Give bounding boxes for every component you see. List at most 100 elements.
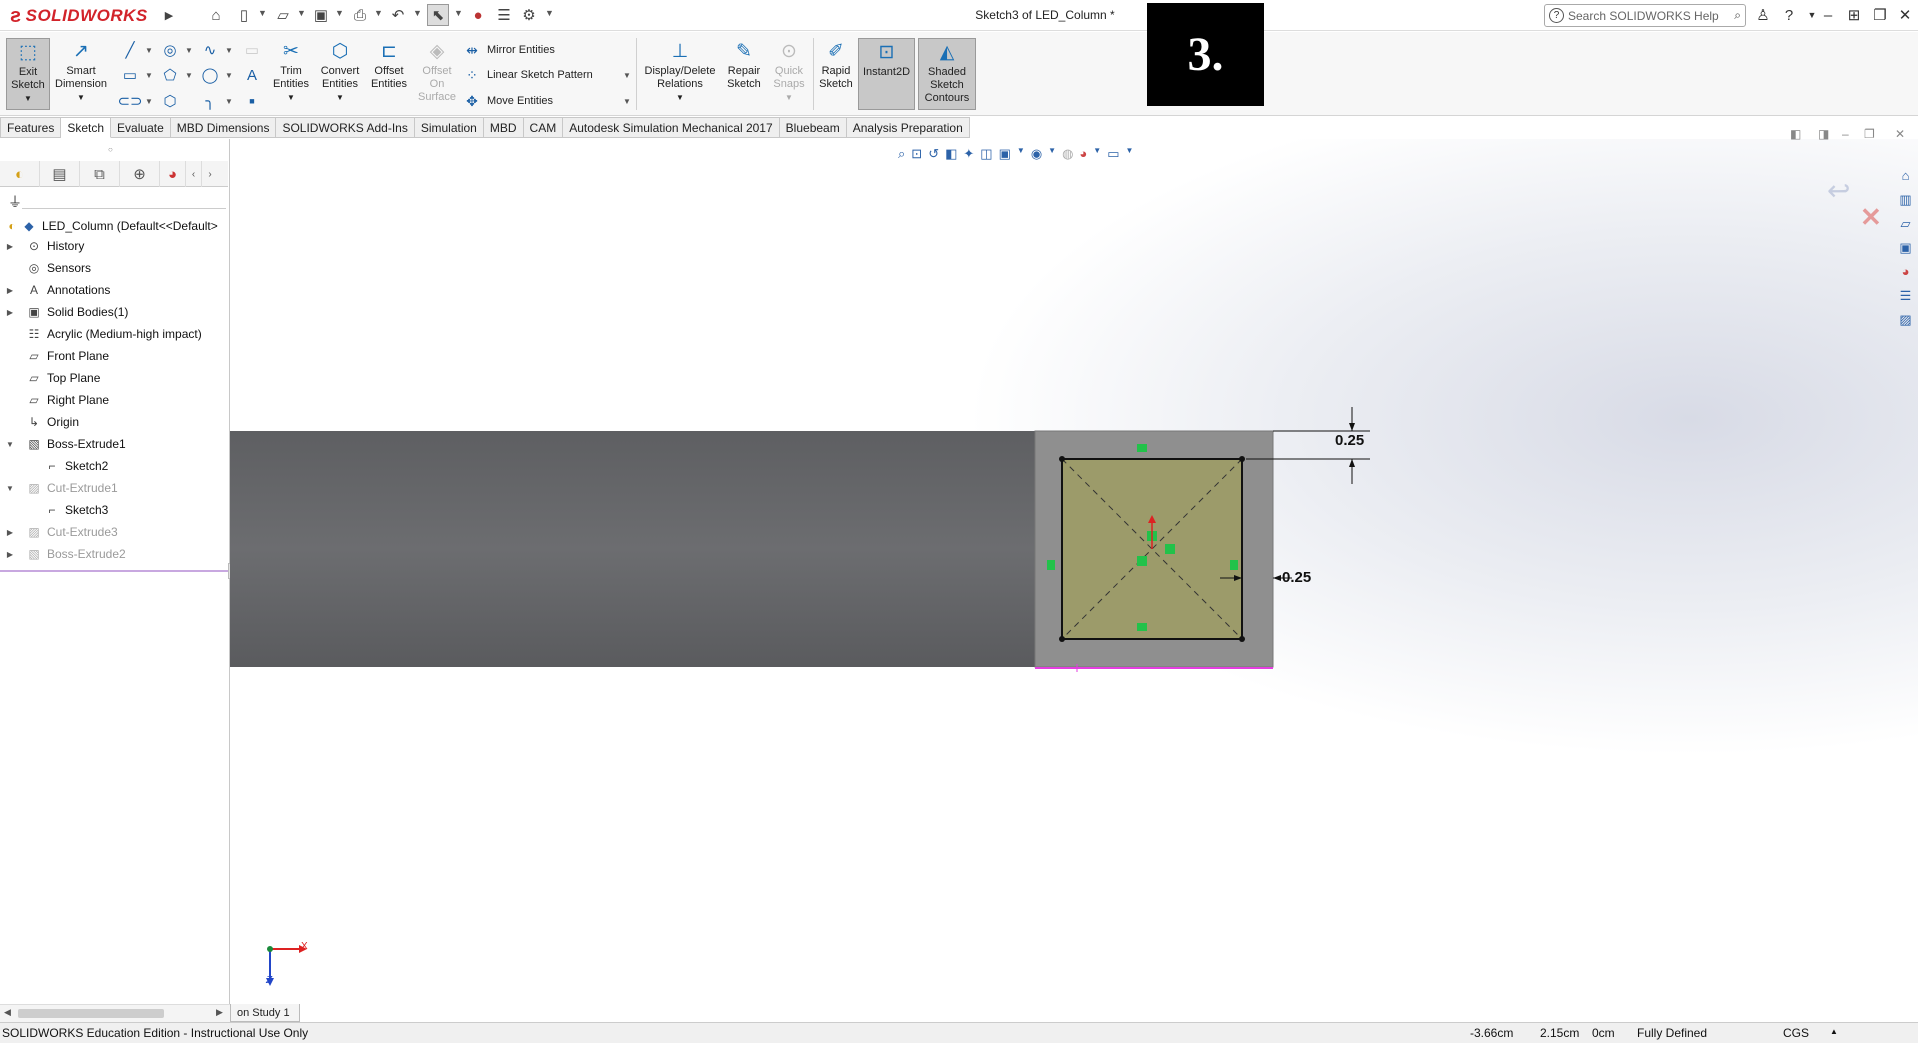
scroll-thumb[interactable] xyxy=(18,1009,164,1018)
rebuild-icon[interactable]: ● xyxy=(467,4,489,26)
chevron-down-icon[interactable]: ▼ xyxy=(623,71,631,80)
tile-icon[interactable]: ⊞ xyxy=(1843,4,1865,26)
minimize-icon[interactable]: – xyxy=(1817,4,1839,26)
chevron-down-icon[interactable]: ▼ xyxy=(297,8,306,18)
tree-item-sketch3[interactable]: ⌐ Sketch3 xyxy=(44,501,108,519)
chevron-down-icon[interactable]: ▼ xyxy=(413,8,422,18)
chevron-down-icon[interactable]: ▼ xyxy=(676,91,684,104)
help-question-icon[interactable]: ? xyxy=(1778,4,1800,26)
collapse-right-icon[interactable]: ◨ xyxy=(1818,127,1829,141)
custom-properties-icon[interactable]: ☰ xyxy=(1896,288,1916,306)
chevron-down-icon[interactable]: ▼ xyxy=(24,92,32,105)
chevron-down-icon[interactable]: ▼ xyxy=(1126,146,1134,166)
chevron-down-icon[interactable]: ▼ xyxy=(258,8,267,18)
print-icon[interactable]: ⎙ xyxy=(349,4,371,26)
smart-dimension-button[interactable]: ↗ Smart Dimension ▼ xyxy=(52,38,110,110)
options-icon[interactable]: ⚙ xyxy=(518,4,540,26)
chevron-down-icon[interactable]: ▼ xyxy=(1048,146,1056,166)
unit-system[interactable]: CGS xyxy=(1783,1026,1809,1040)
tree-item-sketch2[interactable]: ⌐ Sketch2 xyxy=(44,457,108,475)
menu-expand-icon[interactable]: ▶ xyxy=(158,4,180,26)
chevron-down-icon[interactable]: ▼ xyxy=(185,46,193,55)
sketch-point[interactable] xyxy=(1059,636,1065,642)
zoom-to-area-icon[interactable]: ⊡ xyxy=(911,146,922,166)
zoom-to-fit-icon[interactable]: ⌕ xyxy=(898,146,905,166)
fillet-icon[interactable]: ╮ xyxy=(200,91,220,111)
solidworks-resources-icon[interactable]: ⌂ xyxy=(1896,168,1916,186)
tab-bluebeam[interactable]: Bluebeam xyxy=(779,117,847,138)
chevron-down-icon[interactable]: ▼ xyxy=(145,97,153,106)
circle-icon[interactable]: ◎ xyxy=(160,40,180,60)
chevron-down-icon[interactable]: ▼ xyxy=(335,8,344,18)
instant2d-button[interactable]: ⊡ Instant2D xyxy=(858,38,915,110)
vertical-relation-icon[interactable] xyxy=(1230,560,1238,570)
tab-mbd-dimensions[interactable]: MBD Dimensions xyxy=(170,117,277,138)
view-palette-icon[interactable]: ▣ xyxy=(1896,240,1916,258)
save-icon[interactable]: ▣ xyxy=(310,4,332,26)
collapse-left-icon[interactable]: ◧ xyxy=(1790,127,1801,141)
filter-input[interactable] xyxy=(22,193,226,209)
tree-item-boss-extrude2[interactable]: ▶ ▧ Boss-Extrude2 xyxy=(4,545,126,563)
chevron-down-icon[interactable]: ▼ xyxy=(623,97,631,106)
chevron-right-icon[interactable]: › xyxy=(202,161,218,187)
ellipse-icon[interactable]: ◯ xyxy=(200,65,220,85)
tree-root[interactable]: ◐ ◆ LED_Column (Default<<Default> xyxy=(4,217,217,235)
tree-item-front-plane[interactable]: ▱ Front Plane xyxy=(4,347,109,365)
vertical-relation-icon[interactable] xyxy=(1047,560,1055,570)
close-icon[interactable]: ✕ xyxy=(1894,4,1916,26)
apply-scene-icon[interactable]: ◕ xyxy=(1079,146,1087,166)
open-icon[interactable]: ▱ xyxy=(272,4,294,26)
collapsed-caret-icon[interactable]: ▶ xyxy=(4,550,16,559)
convert-entities-button[interactable]: ⬡ Convert Entities ▼ xyxy=(316,38,364,110)
restore-icon[interactable]: ❐ xyxy=(1869,4,1891,26)
horizontal-relation-icon[interactable] xyxy=(1137,444,1147,452)
collapsed-caret-icon[interactable]: ▶ xyxy=(4,286,16,295)
appearances-icon[interactable]: ◕ xyxy=(1896,264,1916,282)
motion-study-tab[interactable]: on Study 1 xyxy=(230,1004,300,1022)
tree-item-solid-bodies-1[interactable]: ▶ ▣ Solid Bodies(1) xyxy=(4,303,128,321)
chevron-down-icon[interactable]: ▼ xyxy=(225,97,233,106)
collapsed-caret-icon[interactable]: ▶ xyxy=(4,242,16,251)
chevron-left-icon[interactable]: ‹ xyxy=(186,161,202,187)
collapsed-caret-icon[interactable]: ▶ xyxy=(4,308,16,317)
tree-item-sensors[interactable]: ◎ Sensors xyxy=(4,259,91,277)
sketch-point[interactable] xyxy=(1239,456,1245,462)
mirror-entities-button[interactable]: ⇹ Mirror Entities xyxy=(463,40,555,60)
midpoint-relation-icon[interactable] xyxy=(1137,556,1147,566)
search-help-input[interactable]: ? Search SOLIDWORKS Help ⌕ xyxy=(1544,4,1746,27)
display-manager-tab-icon[interactable]: ◕ xyxy=(160,161,186,187)
expanded-caret-icon[interactable]: ▼ xyxy=(4,440,16,449)
forum-icon[interactable]: ▨ xyxy=(1896,312,1916,330)
tree-item-acrylic-medium-high-impact[interactable]: ☷ Acrylic (Medium-high impact) xyxy=(4,325,202,343)
tab-simulation[interactable]: Simulation xyxy=(414,117,484,138)
scroll-right-icon[interactable]: ▶ xyxy=(216,1007,223,1018)
section-view-icon[interactable]: ◧ xyxy=(945,146,957,166)
display-style-icon[interactable]: ▣ xyxy=(999,146,1011,166)
point-icon[interactable]: ■ xyxy=(242,91,262,111)
offset-on-surface-button[interactable]: ◈ Offset On Surface xyxy=(414,38,460,110)
tree-item-annotations[interactable]: ▶ A Annotations xyxy=(4,281,110,299)
tab-evaluate[interactable]: Evaluate xyxy=(111,117,171,138)
property-manager-tab-icon[interactable]: ▤ xyxy=(40,161,80,187)
offset-entities-button[interactable]: ⊏ Offset Entities xyxy=(365,38,413,110)
design-library-icon[interactable]: ▥ xyxy=(1896,192,1916,210)
dynamic-annotation-icon[interactable]: ✦ xyxy=(963,146,974,166)
column-body[interactable] xyxy=(230,431,1035,667)
tree-item-origin[interactable]: ↳ Origin xyxy=(4,413,79,431)
sketch-point[interactable] xyxy=(1239,636,1245,642)
chevron-down-icon[interactable]: ▼ xyxy=(225,71,233,80)
rectangle-icon[interactable]: ▭ xyxy=(120,65,140,85)
chevron-down-icon[interactable]: ▼ xyxy=(1017,146,1025,166)
chevron-down-icon[interactable]: ▼ xyxy=(785,91,793,104)
doc-close-icon[interactable]: ✕ xyxy=(1895,127,1905,141)
solidworks-logo[interactable]: ƨ SOLIDWORKS xyxy=(4,2,156,30)
linear-sketch-pattern-button[interactable]: ⁘ Linear Sketch Pattern xyxy=(463,65,593,85)
chevron-down-icon[interactable]: ▼ xyxy=(185,71,193,80)
horizontal-relation-icon[interactable] xyxy=(1137,623,1147,631)
chevron-down-icon[interactable]: ▼ xyxy=(336,91,344,104)
tab-mbd[interactable]: MBD xyxy=(483,117,524,138)
feature-manager-tab-icon[interactable]: ◐ xyxy=(0,161,40,187)
tree-item-cut-extrude3[interactable]: ▶ ▨ Cut-Extrude3 xyxy=(4,523,118,541)
coincident-relation-icon[interactable] xyxy=(1165,544,1175,554)
file-explorer-icon[interactable]: ▱ xyxy=(1896,216,1916,234)
